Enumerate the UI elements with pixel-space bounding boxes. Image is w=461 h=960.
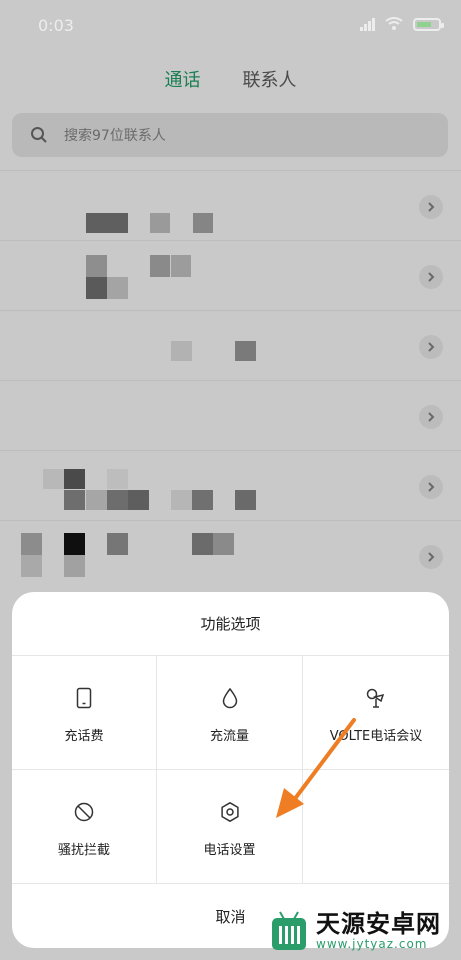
options-grid: 充话费 充流量 VOLTE电话会议 骚扰拦截 电话设置	[12, 656, 449, 884]
status-icons	[360, 17, 444, 31]
chevron-right-icon[interactable]	[419, 265, 443, 289]
list-item[interactable]	[0, 170, 461, 240]
tab-calls[interactable]: 通话	[165, 66, 201, 92]
android-logo-icon	[272, 911, 306, 950]
option-label: 骚扰拦截	[57, 843, 110, 858]
conference-icon	[366, 688, 385, 708]
block-icon	[74, 802, 94, 822]
search-input[interactable]: 搜索97位联系人	[12, 113, 448, 157]
option-label: 充流量	[209, 729, 249, 744]
list-item[interactable]	[0, 240, 461, 310]
call-log-list	[0, 170, 461, 590]
status-bar: 0:03	[0, 0, 461, 52]
phone-icon	[76, 687, 92, 709]
watermark-url: www.jytyaz.com	[316, 937, 428, 951]
battery-icon	[413, 17, 444, 31]
list-item[interactable]	[0, 450, 461, 520]
list-item[interactable]	[0, 520, 461, 590]
chevron-right-icon[interactable]	[419, 195, 443, 219]
tab-bar: 通话 联系人	[0, 66, 461, 92]
chevron-right-icon[interactable]	[419, 335, 443, 359]
search-placeholder: 搜索97位联系人	[64, 128, 166, 144]
function-options-sheet: 功能选项 充话费 充流量 VOLTE电话会议 骚扰拦截 电话设置 取消	[12, 592, 449, 948]
chevron-right-icon[interactable]	[419, 405, 443, 429]
list-item[interactable]	[0, 380, 461, 450]
annotation-arrow-icon	[276, 718, 356, 818]
watermark-title: 天源安卓网	[316, 910, 441, 938]
signal-icon	[360, 17, 375, 31]
gear-icon	[220, 802, 239, 822]
chevron-right-icon[interactable]	[419, 545, 443, 569]
option-label: 电话设置	[203, 843, 256, 858]
wifi-icon	[385, 17, 403, 30]
option-label: 充话费	[64, 729, 104, 744]
search-icon	[31, 127, 47, 143]
status-time: 0:03	[38, 16, 74, 35]
list-item[interactable]	[0, 310, 461, 380]
droplet-icon	[222, 687, 237, 709]
option-recharge-credit[interactable]: 充话费	[12, 656, 157, 770]
chevron-right-icon[interactable]	[419, 475, 443, 499]
watermark: 天源安卓网 www.jytyaz.com	[262, 906, 441, 956]
option-harassment-block[interactable]: 骚扰拦截	[12, 770, 157, 884]
tab-contacts[interactable]: 联系人	[243, 66, 297, 92]
sheet-title: 功能选项	[12, 592, 449, 656]
